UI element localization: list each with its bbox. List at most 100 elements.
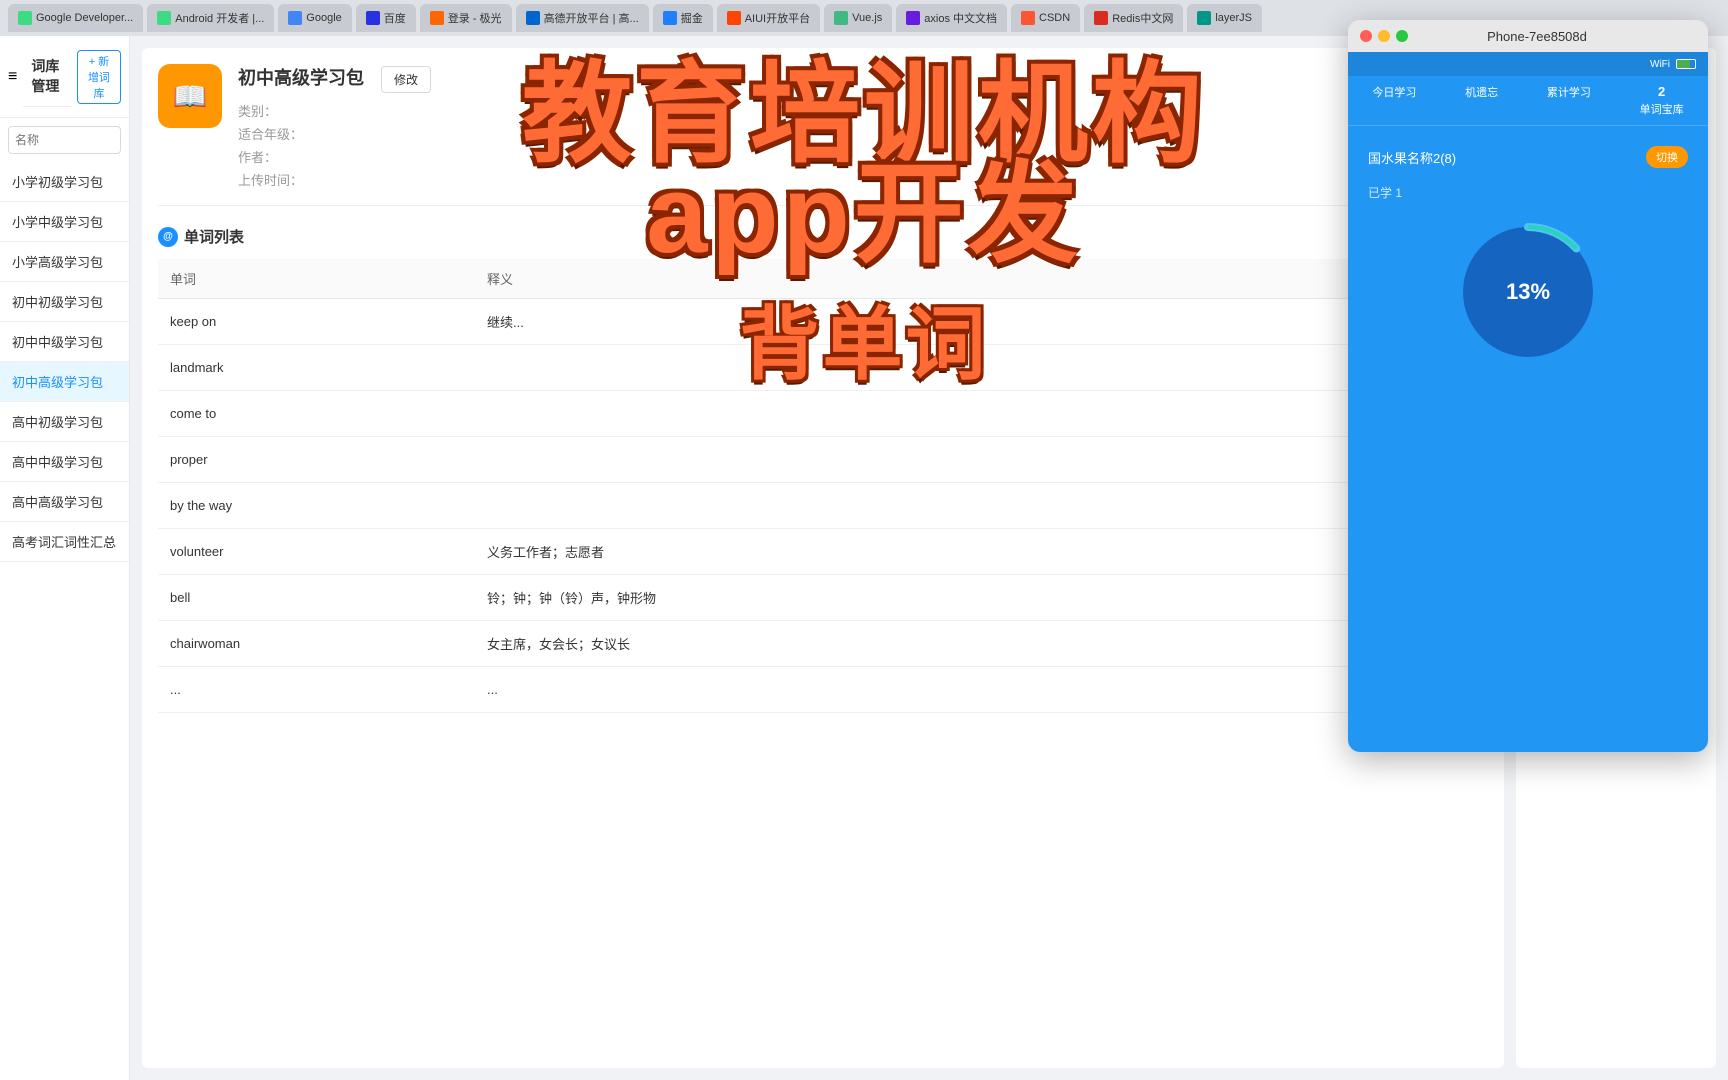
tab-icon-gaode (526, 11, 540, 25)
traffic-light-green[interactable] (1396, 30, 1408, 42)
tab-aurora[interactable]: 登录 - 极光 (420, 4, 512, 32)
definition-cell: ... (475, 667, 1125, 713)
tab-icon-redis (1094, 11, 1108, 25)
sidebar-item-primary-senior[interactable]: 小学高级学习包 (0, 242, 129, 282)
sidebar-items: 小学初级学习包 小学中级学习包 小学高级学习包 初中初级学习包 初中中级学习包 … (0, 162, 129, 1080)
switch-word-set-button[interactable]: 切换 (1646, 146, 1688, 168)
phone-titlebar: Phone-7ee8508d (1348, 20, 1708, 52)
learned-count: 已学 1 (1368, 184, 1402, 201)
phone-nav-wordbank[interactable]: 2 单词宝库 (1640, 84, 1684, 117)
tab-aiui[interactable]: AIUI开放平台 (717, 4, 820, 32)
word-cell: chairwoman (158, 621, 475, 667)
definition-cell (475, 437, 1125, 483)
tab-google[interactable]: Google (278, 4, 351, 32)
tab-layerjs[interactable]: layerJS (1187, 4, 1262, 32)
package-header: 📖 初中高级学习包 修改 类别： 适合年级： (158, 64, 1488, 206)
sidebar-item-primary-mid[interactable]: 小学中级学习包 (0, 202, 129, 242)
table-row: bell 铃；钟；钟（铃）声，钟形物 编辑 删 (158, 575, 1488, 621)
table-row: ... ... 编辑 删 (158, 667, 1488, 713)
new-wordbank-button[interactable]: + 新增词库 (77, 50, 121, 104)
definition-cell (475, 345, 1125, 391)
word-cell: ... (158, 667, 475, 713)
col-definition: 释义 (475, 259, 1125, 299)
word-cell: come to (158, 391, 475, 437)
tab-icon-axios (906, 11, 920, 25)
tab-axios[interactable]: axios 中文文档 (896, 4, 1007, 32)
package-meta: 类别： 适合年级： 作者： (238, 101, 1488, 189)
tab-developer[interactable]: Google Developer... (8, 4, 143, 32)
sidebar-item-junior-primary[interactable]: 初中初级学习包 (0, 282, 129, 322)
phone-nav: 今日学习 机遗忘 累计学习 2 单词宝库 (1348, 76, 1708, 126)
meta-row-category: 类别： (238, 101, 1488, 120)
progress-circle: 13% (1453, 217, 1603, 367)
tab-vue[interactable]: Vue.js (824, 4, 892, 32)
section-title-icon: @ (158, 227, 178, 247)
word-package-detail: 📖 初中高级学习包 修改 类别： 适合年级： (142, 48, 1504, 1068)
word-cell: by the way (158, 483, 475, 529)
search-input[interactable] (8, 126, 121, 154)
definition-cell (475, 483, 1125, 529)
tab-icon-juejin (663, 11, 677, 25)
sidebar-item-gaokao[interactable]: 高考词汇词性汇总 (0, 522, 129, 562)
tab-icon-csdn (1021, 11, 1035, 25)
meta-row-upload: 上传时间： (238, 170, 1488, 189)
col-word: 单词 (158, 259, 475, 299)
traffic-light-yellow[interactable] (1378, 30, 1390, 42)
sidebar-header: ≡ 词库管理 + 新增词库 (0, 36, 129, 118)
edit-package-button[interactable]: 修改 (381, 66, 431, 93)
word-cell: bell (158, 575, 475, 621)
phone-window-title: Phone-7ee8508d (1414, 29, 1660, 44)
sidebar-item-junior-mid[interactable]: 初中中级学习包 (0, 322, 129, 362)
wifi-icon: WiFi (1650, 59, 1670, 70)
sidebar-item-junior-senior[interactable]: 初中高级学习包 (0, 362, 129, 402)
definition-cell: 铃；钟；钟（铃）声，钟形物 (475, 575, 1125, 621)
sidebar-item-primary-junior[interactable]: 小学初级学习包 (0, 162, 129, 202)
phone-status-bar: WiFi (1348, 52, 1708, 76)
sidebar-item-high-senior[interactable]: 高中高级学习包 (0, 482, 129, 522)
word-set-name: 国水果名称2(8) (1368, 148, 1646, 167)
tab-gaode[interactable]: 高德开放平台 | 高... (516, 4, 649, 32)
definition-cell: 女主席，女会长；女议长 (475, 621, 1125, 667)
tab-icon-aurora (430, 11, 444, 25)
table-row: keep on 继续... 编辑 删 (158, 299, 1488, 345)
tab-android[interactable]: Android 开发者 |... (147, 4, 274, 32)
word-cell: proper (158, 437, 475, 483)
tab-baidu[interactable]: 百度 (356, 4, 416, 32)
phone-screen: WiFi 今日学习 机遗忘 累计学习 2 单词宝库 (1348, 52, 1708, 752)
phone-content: 国水果名称2(8) 切换 已学 1 13% (1348, 126, 1708, 752)
tab-icon-android (157, 11, 171, 25)
phone-nav-forgot[interactable]: 机遗忘 (1465, 84, 1498, 117)
sidebar: ≡ 词库管理 + 新增词库 小学初级学习包 小学中级学习包 小学高级学习包 初中… (0, 36, 130, 1080)
tab-icon-developer (18, 11, 32, 25)
word-set-info: 国水果名称2(8) 切换 (1368, 146, 1688, 168)
tab-icon-google (288, 11, 302, 25)
phone-nav-today-label: 今日学习 (1372, 84, 1416, 100)
phone-nav-total[interactable]: 累计学习 (1547, 84, 1591, 117)
word-table: 单词 释义 操作 keep on 继续... 编辑 删 landmark 编辑 … (158, 259, 1488, 713)
word-cell: landmark (158, 345, 475, 391)
table-row: come to 编辑 删 (158, 391, 1488, 437)
tab-csdn[interactable]: CSDN (1011, 4, 1080, 32)
table-row: landmark 编辑 删 (158, 345, 1488, 391)
sidebar-item-high-mid[interactable]: 高中中级学习包 (0, 442, 129, 482)
sidebar-item-high-primary[interactable]: 高中初级学习包 (0, 402, 129, 442)
phone-nav-today[interactable]: 今日学习 (1372, 84, 1416, 117)
sidebar-title: 词库管理 (23, 46, 71, 107)
meta-row-level: 适合年级： (238, 124, 1488, 143)
table-row: volunteer 义务工作者；志愿者 编辑 删 (158, 529, 1488, 575)
tab-juejin[interactable]: 掘金 (653, 4, 713, 32)
phone-nav-forgot-label: 机遗忘 (1465, 84, 1498, 100)
phone-nav-wordbank-number: 2 (1658, 84, 1665, 99)
definition-cell: 继续... (475, 299, 1125, 345)
table-header-row: 单词 释义 操作 (158, 259, 1488, 299)
progress-text: 13% (1506, 279, 1550, 305)
tab-icon-layerjs (1197, 11, 1211, 25)
traffic-light-red[interactable] (1360, 30, 1372, 42)
battery-icon (1676, 59, 1696, 69)
tab-icon-baidu (366, 11, 380, 25)
table-row: chairwoman 女主席，女会长；女议长 编辑 删 (158, 621, 1488, 667)
section-header: @ 单词列表 全部（5 (158, 226, 1488, 247)
package-icon: 📖 (158, 64, 222, 128)
tab-redis[interactable]: Redis中文网 (1084, 4, 1183, 32)
phone-window: Phone-7ee8508d WiFi 今日学习 机遗忘 累计学习 2 单词宝库 (1348, 20, 1708, 752)
